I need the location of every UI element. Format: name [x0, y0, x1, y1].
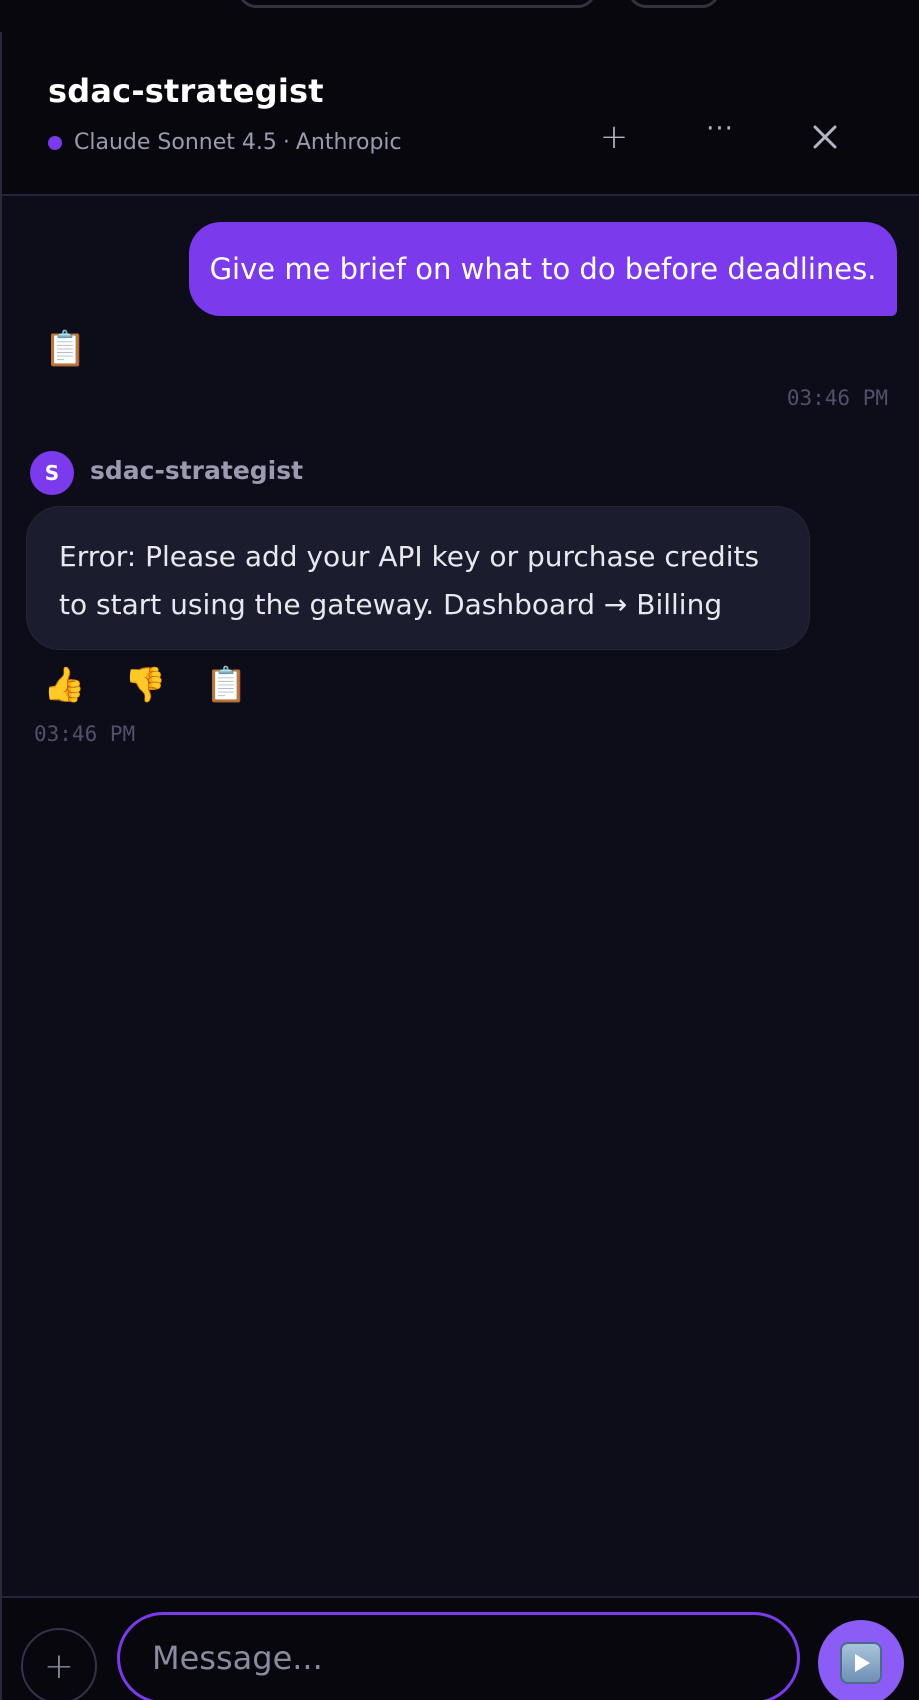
avatar-letter: S [44, 461, 60, 485]
model-name: Claude Sonnet 4.5 [74, 130, 277, 155]
status-dot [48, 135, 62, 150]
top-tab-pill-small[interactable] [628, 0, 720, 8]
copy-user-message-button[interactable]: 📋 [44, 332, 86, 366]
top-tab-pill[interactable] [238, 0, 596, 8]
left-divider [0, 32, 2, 1700]
model-info: Claude Sonnet 4.5 · Anthropic [48, 130, 402, 155]
close-icon [813, 125, 837, 149]
user-message-bubble: Give me brief on what to do before deadl… [189, 222, 897, 316]
user-message-text: Give me brief on what to do before deadl… [209, 252, 877, 286]
send-button[interactable] [818, 1620, 904, 1700]
thumbs-up-button[interactable]: 👍 [43, 668, 85, 702]
user-message-timestamp: 03:46 PM [786, 386, 888, 410]
attach-button[interactable]: + [21, 1628, 97, 1700]
more-icon: ··· [706, 114, 734, 144]
new-chat-button[interactable]: + [589, 112, 639, 162]
close-button[interactable] [800, 112, 850, 162]
send-icon [840, 1642, 882, 1684]
avatar: S [30, 451, 74, 495]
assistant-message-text: Error: Please add your API key or purcha… [59, 540, 760, 621]
assistant-message-timestamp: 03:46 PM [34, 722, 136, 746]
top-strip [0, 0, 919, 32]
plus-icon: + [599, 117, 629, 157]
chat-window: sdac-strategist Claude Sonnet 4.5 · Anth… [0, 0, 919, 1700]
chat-header: sdac-strategist Claude Sonnet 4.5 · Anth… [2, 32, 919, 196]
model-separator: · [282, 130, 290, 155]
agent-title: sdac-strategist [48, 72, 324, 110]
thumbs-down-button[interactable]: 👎 [124, 668, 166, 702]
plus-icon: + [43, 1645, 75, 1687]
play-triangle-icon [855, 1654, 870, 1672]
model-provider: Anthropic [295, 130, 402, 155]
copy-assistant-message-button[interactable]: 📋 [205, 668, 247, 702]
assistant-message-bubble: Error: Please add your API key or purcha… [26, 506, 810, 650]
message-input[interactable] [117, 1612, 800, 1700]
assistant-sender-name: sdac-strategist [90, 456, 304, 485]
more-options-button[interactable]: ··· [695, 104, 745, 154]
